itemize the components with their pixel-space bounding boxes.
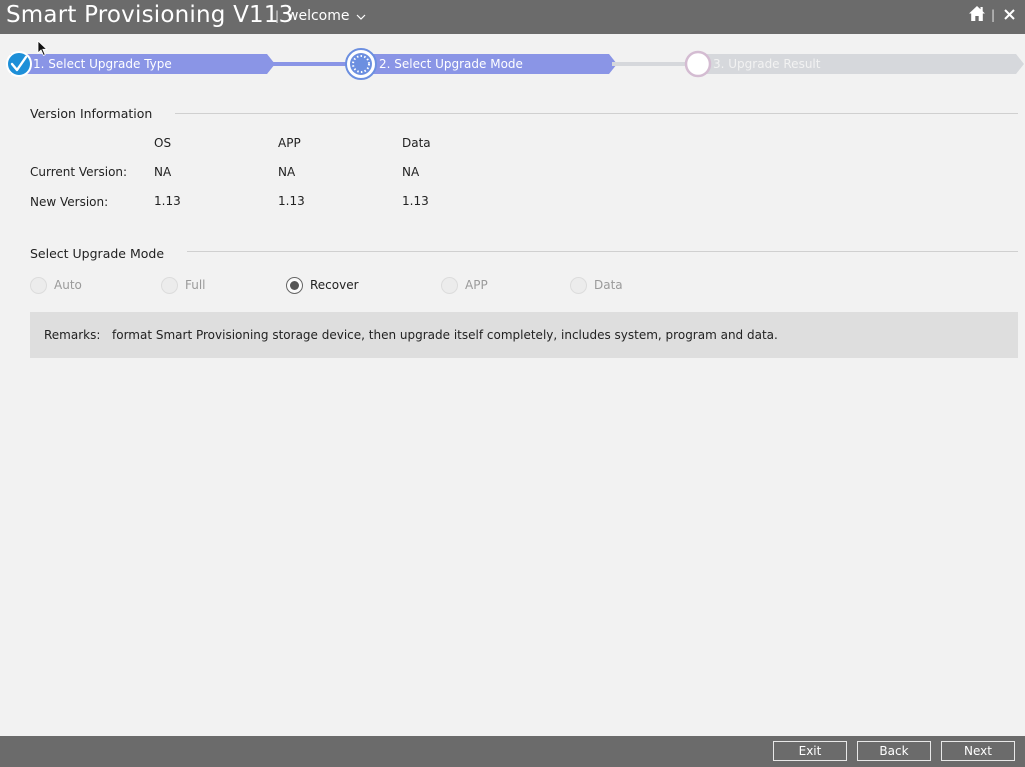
- step-3-pending-icon: [684, 50, 712, 78]
- close-icon[interactable]: [1003, 8, 1016, 21]
- step-connector-2: [612, 62, 692, 66]
- title-separator: |: [275, 9, 280, 23]
- remarks-panel: Remarks: format Smart Provisioning stora…: [30, 312, 1018, 358]
- next-button[interactable]: Next: [941, 741, 1015, 761]
- step-2-label: 2. Select Upgrade Mode: [379, 57, 523, 71]
- remarks-text: format Smart Provisioning storage device…: [112, 328, 778, 342]
- radio-auto-label: Auto: [54, 278, 82, 292]
- radio-recover-label[interactable]: Recover: [310, 278, 359, 292]
- exit-button[interactable]: Exit: [773, 741, 847, 761]
- radio-auto: Auto: [30, 275, 82, 295]
- back-button[interactable]: Back: [857, 741, 931, 761]
- version-info-divider: [175, 113, 1018, 114]
- radio-circle: [570, 276, 587, 294]
- radio-app: APP: [441, 275, 488, 295]
- radio-circle: [161, 276, 178, 294]
- current-version-label: Current Version:: [30, 165, 128, 179]
- remarks-label: Remarks:: [44, 328, 101, 342]
- check-icon: [6, 51, 32, 77]
- footer-bar: Exit Back Next: [0, 736, 1025, 767]
- column-header-os: OS: [154, 136, 172, 150]
- app-title: Smart Provisioning V113: [6, 2, 294, 28]
- radio-app-label: APP: [465, 278, 488, 292]
- radio-circle: [30, 276, 47, 294]
- radio-dot: [290, 280, 299, 290]
- radio-recover[interactable]: Recover: [286, 275, 359, 295]
- step-1-label: 1. Select Upgrade Type: [33, 57, 172, 71]
- current-version-app: NA: [278, 165, 296, 179]
- radio-data-label: Data: [594, 278, 623, 292]
- toolbar-separator: |: [991, 8, 996, 22]
- radio-data: Data: [570, 275, 623, 295]
- version-info-title: Version Information: [30, 106, 153, 121]
- new-version-label: New Version:: [30, 195, 109, 209]
- new-version-data: 1.13: [402, 194, 429, 208]
- user-menu[interactable]: welcome: [287, 8, 349, 24]
- title-bar: Smart Provisioning V113 | welcome |: [0, 0, 1025, 34]
- step-2-active-icon: [345, 48, 377, 80]
- radio-circle: [441, 276, 458, 294]
- column-header-data: Data: [402, 136, 431, 150]
- column-header-app: APP: [278, 136, 301, 150]
- chevron-down-icon[interactable]: [356, 12, 366, 22]
- current-version-os: NA: [154, 165, 172, 179]
- upgrade-mode-divider: [187, 251, 1018, 252]
- step-3-label: 3. Upgrade Result: [713, 57, 821, 71]
- radio-full-label: Full: [185, 278, 206, 292]
- upgrade-mode-title: Select Upgrade Mode: [30, 246, 165, 261]
- home-icon[interactable]: [968, 5, 986, 22]
- new-version-app: 1.13: [278, 194, 305, 208]
- radio-full: Full: [161, 275, 206, 295]
- new-version-os: 1.13: [154, 194, 181, 208]
- radio-circle-selected[interactable]: [286, 276, 303, 294]
- step-connector-1: [270, 62, 350, 66]
- wizard-stepper: 1. Select Upgrade Type 2. Select Upgrade…: [0, 40, 1025, 88]
- mouse-cursor-icon: [37, 40, 48, 57]
- current-version-data: NA: [402, 165, 420, 179]
